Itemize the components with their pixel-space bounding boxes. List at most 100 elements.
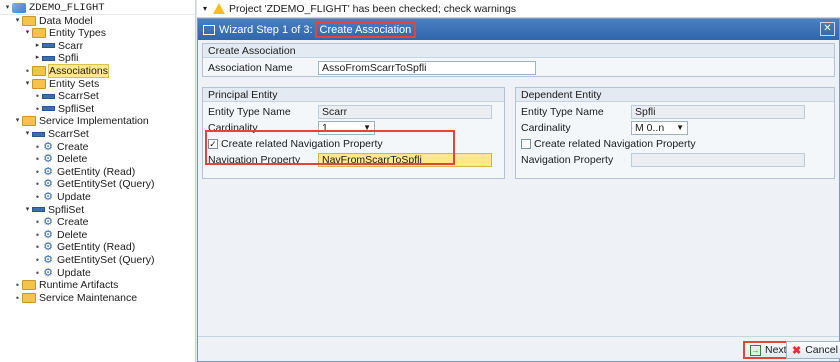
tree-bullet-icon: •	[35, 242, 40, 253]
checkbox-label: Create related Navigation Property	[534, 138, 696, 150]
wizard-dialog: Wizard Step 1 of 3: Create Association ✕…	[197, 18, 840, 362]
group-header: Principal Entity	[203, 88, 504, 102]
tree-item-label: GetEntitySet (Query)	[57, 178, 155, 191]
tree-bullet-icon: •	[15, 292, 20, 303]
chevron-down-icon: ▼	[676, 123, 684, 132]
tree-item-label: ZDEMO_FLIGHT	[29, 2, 105, 14]
folder-icon	[22, 116, 36, 127]
operation-gear-icon: ⚙	[43, 216, 53, 229]
tree-item[interactable]: • ⚙ Create	[0, 141, 89, 153]
expand-toggle-icon[interactable]: ▾	[23, 128, 32, 140]
operation-gear-icon: ⚙	[43, 228, 53, 241]
operation-gear-icon: ⚙	[43, 178, 53, 191]
dependent-entity-type-input: Spfli	[631, 105, 805, 119]
association-name-input[interactable]: AssoFromScarrToSpfli	[318, 61, 536, 75]
tree-bullet-icon: •	[35, 91, 40, 102]
tree-item[interactable]: • ⚙ Create	[0, 216, 89, 228]
tree-bullet-icon: •	[35, 217, 40, 228]
dialog-title-bar: Wizard Step 1 of 3: Create Association ✕	[198, 19, 839, 40]
tree-bullet-icon: •	[35, 267, 40, 278]
expand-toggle-icon[interactable]: ▾	[13, 115, 22, 127]
tree-item[interactable]: • ScarrSet	[0, 90, 99, 102]
dependent-entity-group: Dependent Entity Entity Type Name Spfli …	[515, 87, 835, 179]
entity-type-icon	[42, 93, 55, 99]
tree-bullet-icon: •	[35, 141, 40, 152]
cancel-button-label: Cancel	[805, 344, 838, 356]
tree-bullet-icon: •	[15, 280, 20, 291]
footer-divider	[198, 336, 839, 337]
tree-item[interactable]: • ⚙ GetEntity (Read)	[0, 241, 135, 253]
tree-item[interactable]: ▾ Service Implementation	[0, 115, 149, 127]
entity-type-icon	[32, 131, 45, 137]
tree-item-label: SpfliSet	[58, 102, 95, 115]
tree-item[interactable]: • ⚙ Delete	[0, 153, 87, 165]
cancel-icon: ✖	[792, 344, 802, 357]
folder-icon	[32, 78, 46, 89]
tree-bullet-icon: •	[35, 154, 40, 165]
folder-icon	[22, 15, 36, 26]
tree-item[interactable]: • ⚙ Update	[0, 267, 91, 279]
expand-toggle-icon[interactable]: ▾	[23, 204, 32, 216]
tree-item-label: SpfliSet	[48, 203, 85, 216]
group-header: Create Association	[203, 44, 834, 58]
next-button-label: Next	[765, 344, 787, 356]
dependent-nav-checkbox[interactable]	[521, 139, 531, 149]
entity-type-icon	[42, 106, 55, 112]
next-icon: →	[750, 344, 761, 356]
tree-item[interactable]: • Associations	[0, 64, 109, 78]
dependent-cardinality-select[interactable]: M 0..n ▼	[631, 121, 688, 135]
tree-bullet-icon: •	[35, 255, 40, 265]
expand-toggle-icon[interactable]: ▾	[23, 27, 32, 39]
message-text: Project 'ZDEMO_FLIGHT' has been checked;…	[229, 2, 517, 15]
dialog-title: Create Association	[314, 21, 417, 38]
navigation-property-label: Navigation Property	[521, 154, 614, 166]
tree-item[interactable]: ▾ Data Model	[0, 15, 93, 27]
operation-gear-icon: ⚙	[43, 191, 53, 203]
tree-item[interactable]: ▾ ScarrSet	[0, 128, 89, 140]
folder-icon	[22, 280, 36, 291]
tree-item-label: Update	[57, 266, 91, 279]
tree-item[interactable]: • ⚙ GetEntity (Read)	[0, 166, 135, 178]
collapse-toggle-icon[interactable]: ▸	[33, 52, 42, 64]
tree-item[interactable]: ▸ Spfli	[0, 52, 79, 65]
tree-item-label: Associations	[48, 64, 109, 78]
wizard-step-label: Wizard Step 1 of 3:	[219, 23, 313, 36]
tree-item[interactable]: • ⚙ Delete	[0, 229, 87, 241]
tree-item-label: Spfli	[58, 52, 79, 65]
operation-gear-icon: ⚙	[43, 254, 53, 266]
association-name-label: Association Name	[208, 62, 293, 74]
operation-gear-icon: ⚙	[43, 266, 53, 279]
expand-toggle-icon[interactable]: ▾	[23, 78, 32, 90]
cardinality-value: M 0..n	[635, 122, 665, 134]
tree-item-label: Delete	[57, 153, 88, 166]
tree-item[interactable]: • SpfliSet	[0, 103, 94, 115]
cancel-button[interactable]: ✖ Cancel	[786, 341, 840, 359]
tree-item-label: Create	[57, 140, 89, 153]
collapse-toggle-icon[interactable]: ▸	[33, 40, 42, 52]
expand-toggle-icon[interactable]: ▾	[3, 2, 12, 14]
dependent-nav-property-input	[631, 153, 805, 167]
tree-item[interactable]: ▸ Scarr	[0, 40, 83, 52]
tree-item[interactable]: • ⚙ GetEntitySet (Query)	[0, 254, 155, 266]
collapse-arrow-icon[interactable]: ▾	[203, 4, 207, 13]
expand-toggle-icon[interactable]: ▾	[13, 15, 22, 27]
close-icon[interactable]: ✕	[820, 22, 835, 36]
tree-bullet-icon: •	[25, 66, 30, 76]
tree-bullet-icon: •	[35, 166, 40, 177]
tree-item[interactable]: • Service Maintenance	[0, 292, 137, 304]
tree-item[interactable]: • Runtime Artifacts	[0, 279, 118, 291]
tree-item-label: GetEntitySet (Query)	[57, 254, 155, 266]
entity-type-icon	[42, 55, 55, 61]
tree-divider	[0, 14, 196, 15]
group-header: Dependent Entity	[516, 88, 834, 102]
tree-item[interactable]: • ⚙ Update	[0, 191, 91, 203]
tree-item[interactable]: • ⚙ GetEntitySet (Query)	[0, 178, 155, 191]
operation-gear-icon: ⚙	[43, 241, 53, 254]
tree-item-label: Create	[57, 216, 89, 229]
tree-item-label: Delete	[57, 228, 88, 241]
tree-item[interactable]: ▾ Entity Types	[0, 27, 106, 39]
tree-item-label: Service Maintenance	[39, 291, 138, 304]
tree-item[interactable]: ▾ ZDEMO_FLIGHT	[0, 2, 105, 14]
tree-item[interactable]: ▾ SpfliSet	[0, 204, 84, 216]
tree-item[interactable]: ▾ Entity Sets	[0, 78, 99, 90]
